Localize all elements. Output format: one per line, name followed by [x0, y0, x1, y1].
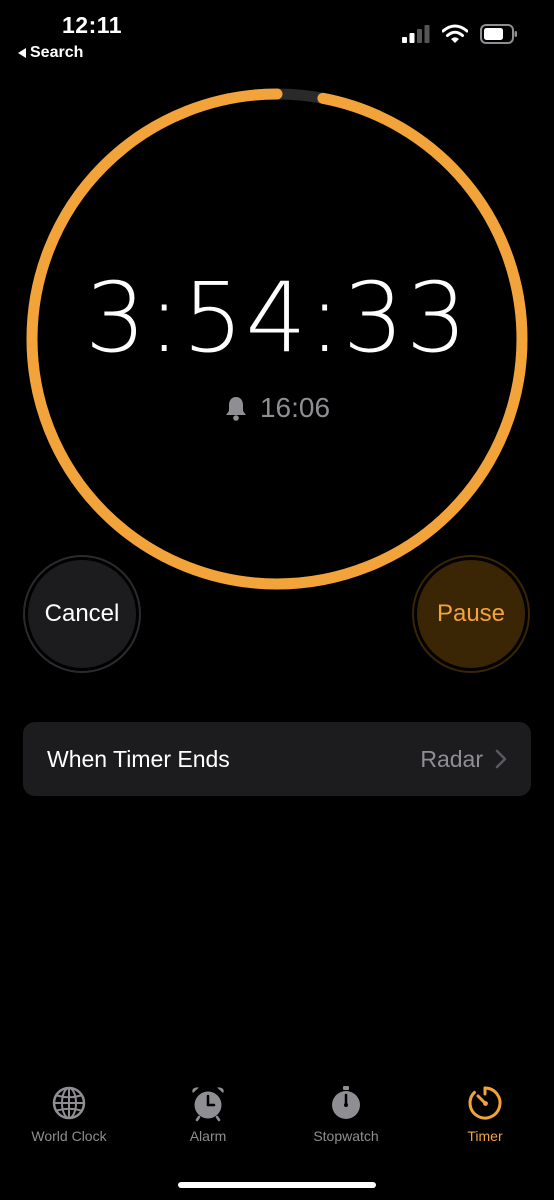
tab-label: Alarm [189, 1128, 227, 1144]
tab-bar: World Clock Alarm Stopwatch Timer [0, 1084, 554, 1164]
bell-icon [225, 397, 246, 421]
tab-label: World Clock [31, 1128, 107, 1144]
battery-icon [480, 24, 517, 44]
status-icons [402, 24, 518, 44]
home-indicator [178, 1182, 376, 1188]
cellular-signal-icon [402, 25, 430, 43]
timer-icon [468, 1086, 502, 1120]
cancel-button-label: Cancel [28, 560, 136, 668]
tab-timer[interactable]: Timer [416, 1084, 554, 1144]
tab-alarm[interactable]: Alarm [139, 1084, 277, 1144]
globe-icon [52, 1086, 86, 1120]
remaining-time-display: 3:54:33 [84, 262, 470, 374]
alarm-clock-icon [192, 1087, 224, 1122]
end-time-row: 16:06 [0, 392, 554, 424]
cancel-button[interactable]: Cancel [23, 555, 141, 673]
when-timer-ends-row[interactable]: When Timer Ends Radar [23, 722, 531, 796]
sound-value: Radar [420, 745, 483, 772]
pause-button-label: Pause [417, 560, 525, 668]
tab-label: Timer [467, 1128, 503, 1144]
back-arrow-icon [18, 48, 26, 58]
back-to-search-link[interactable]: Search [18, 44, 83, 62]
sound-selection: Radar [420, 746, 507, 773]
pause-button[interactable]: Pause [412, 555, 530, 673]
tab-stopwatch[interactable]: Stopwatch [277, 1084, 415, 1144]
status-time: 12:11 [62, 12, 123, 38]
end-time-label: 16:06 [259, 392, 331, 423]
tab-world-clock[interactable]: World Clock [0, 1084, 138, 1144]
chevron-right-icon [495, 749, 507, 769]
stopwatch-icon [332, 1086, 360, 1119]
wifi-icon [442, 24, 468, 43]
when-timer-ends-label: When Timer Ends [47, 745, 230, 772]
back-search-label: Search [30, 44, 84, 61]
tab-label: Stopwatch [313, 1128, 379, 1144]
